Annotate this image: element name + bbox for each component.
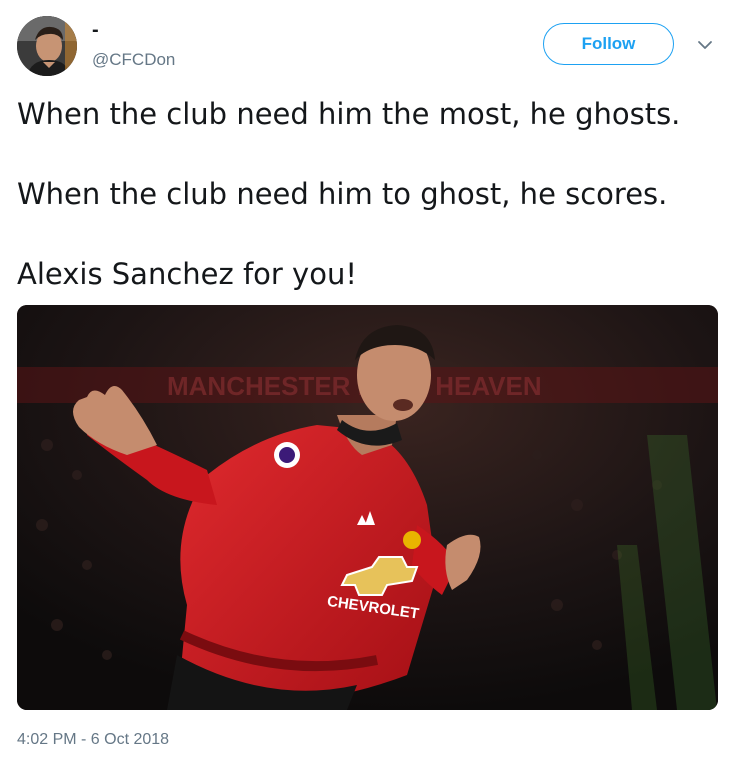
follow-button[interactable]: Follow (543, 23, 674, 65)
tweet-card: - @CFCDon Follow When the club need him … (0, 0, 743, 766)
profile-photo-icon (17, 16, 77, 76)
display-name[interactable]: - (92, 20, 99, 40)
tweet-text-line: When the club need him to ghost, he scor… (17, 177, 668, 211)
tweet-photo[interactable]: MANCHESTER IS MY HEAVEN CHEVROLET (17, 305, 718, 710)
tweet-text-line: When the club need him the most, he ghos… (17, 97, 681, 131)
tweet-timestamp[interactable]: 4:02 PM - 6 Oct 2018 (17, 730, 169, 750)
user-handle[interactable]: @CFCDon (92, 50, 175, 70)
tweet-text-line: Alexis Sanchez for you! (17, 257, 357, 291)
chevron-down-icon (698, 41, 712, 49)
tweet-menu-button[interactable] (694, 34, 716, 56)
stadium-banner-text: MANCHESTER IS MY HEAVEN (167, 371, 542, 401)
footballer-photo: MANCHESTER IS MY HEAVEN CHEVROLET (17, 305, 718, 710)
avatar[interactable] (17, 16, 77, 76)
